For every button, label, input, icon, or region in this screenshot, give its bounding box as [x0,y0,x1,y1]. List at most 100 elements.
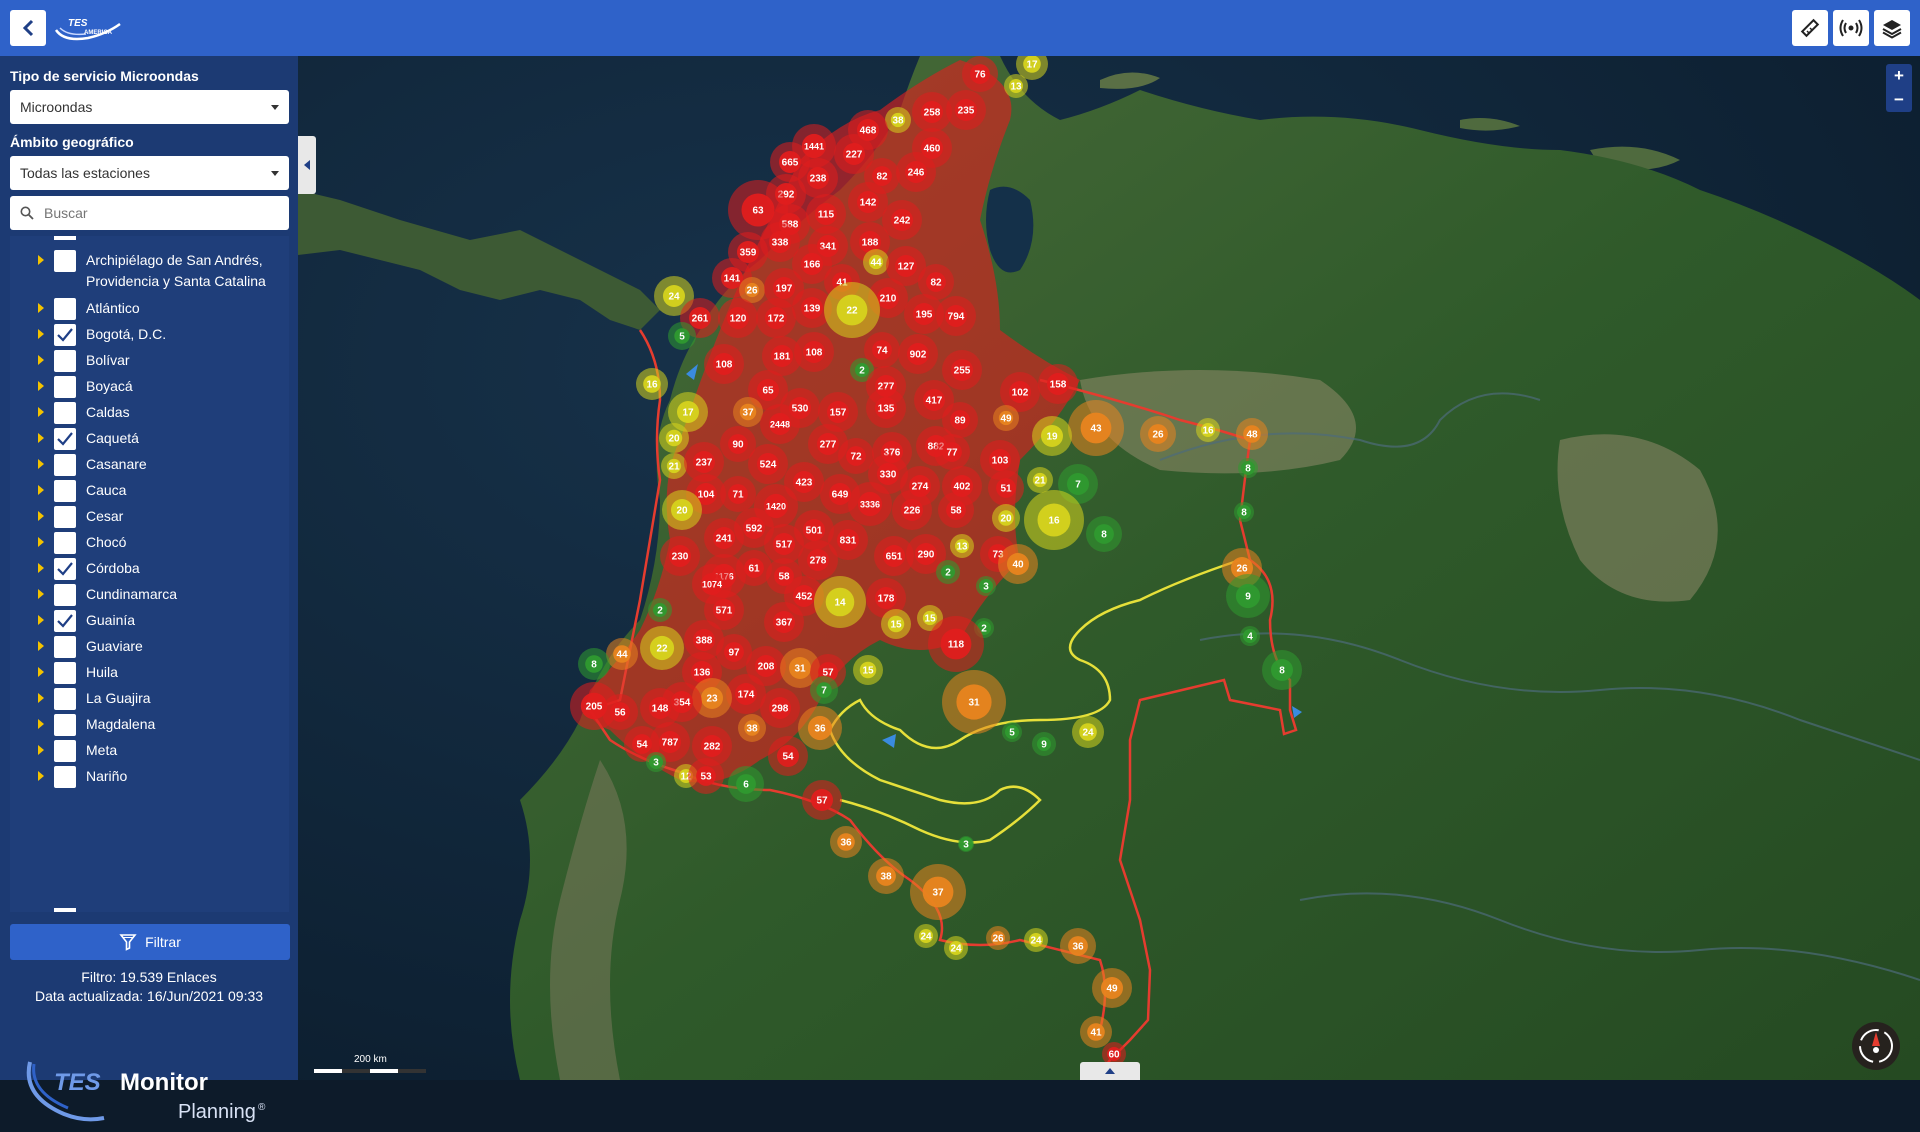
region-checkbox[interactable] [54,584,76,606]
cluster-marker[interactable]: 8 [578,648,610,680]
region-checkbox[interactable] [54,688,76,710]
region-checkbox[interactable] [54,250,76,272]
cluster-marker[interactable]: 13 [1004,74,1028,98]
cluster-marker[interactable]: 2 [648,598,672,622]
cluster-marker[interactable]: 15 [881,609,911,639]
expand-arrow-icon[interactable] [38,407,44,417]
cluster-marker[interactable]: 37 [910,864,966,920]
region-checkbox[interactable] [54,506,76,528]
region-checkbox[interactable] [54,532,76,554]
region-tree[interactable]: Archipiélago de San Andrés, Providencia … [10,236,289,912]
region-checkbox[interactable] [54,428,76,450]
cluster-marker[interactable]: 246 [896,152,936,192]
cluster-marker[interactable]: 5 [668,322,696,350]
cluster-marker[interactable]: 24 [1024,928,1048,952]
cluster-marker[interactable]: 108 [794,332,834,372]
cluster-marker[interactable]: 38 [885,107,911,133]
cluster-marker[interactable]: 49 [993,405,1019,431]
cluster-marker[interactable]: 54 [768,736,808,776]
cluster-marker[interactable]: 26 [986,926,1010,950]
cluster-marker[interactable]: 16 [636,368,668,400]
cluster-marker[interactable]: 241 [704,518,744,558]
expand-arrow-icon[interactable] [38,303,44,313]
cluster-marker[interactable]: 22 [824,282,880,338]
cluster-marker[interactable]: 53 [688,758,724,794]
cluster-marker[interactable]: 3 [958,836,974,852]
cluster-marker[interactable]: 51 [988,470,1024,506]
cluster-marker[interactable]: 16 [1196,418,1220,442]
cluster-marker[interactable]: 44 [606,638,638,670]
expand-arrow-icon[interactable] [38,615,44,625]
cluster-marker[interactable]: 76 [962,56,998,92]
expand-arrow-icon[interactable] [38,719,44,729]
scope-select[interactable]: Todas las estaciones [10,156,289,190]
region-checkbox[interactable] [54,298,76,320]
cluster-marker[interactable]: 9 [1032,732,1056,756]
cluster-marker[interactable]: 40 [998,544,1038,584]
cluster-marker[interactable]: 36 [1060,928,1096,964]
expand-arrow-icon[interactable] [38,329,44,339]
expand-arrow-icon[interactable] [38,589,44,599]
cluster-marker[interactable]: 108 [704,344,744,384]
region-checkbox[interactable] [54,662,76,684]
expand-arrow-icon[interactable] [38,537,44,547]
expand-arrow-icon[interactable] [38,563,44,573]
cluster-marker[interactable]: 5 [1002,722,1022,742]
search-input[interactable] [44,196,284,230]
cluster-marker[interactable]: 8 [1086,516,1122,552]
expand-arrow-icon[interactable] [38,771,44,781]
region-checkbox[interactable] [54,350,76,372]
cluster-marker[interactable]: 20 [662,490,702,530]
cluster-marker[interactable]: 22 [640,626,684,670]
expand-arrow-icon[interactable] [38,667,44,677]
cluster-marker[interactable]: 235 [946,90,986,130]
compass-button[interactable] [1852,1022,1900,1070]
cluster-marker[interactable]: 48 [1236,418,1268,450]
region-checkbox[interactable] [54,480,76,502]
cluster-marker[interactable]: 120 [718,298,758,338]
cluster-marker[interactable]: 38 [868,858,904,894]
cluster-marker[interactable]: 36 [830,826,862,858]
cluster-marker[interactable]: 57 [802,780,842,820]
cluster-marker[interactable]: 43 [1068,400,1124,456]
cluster-marker[interactable]: 49 [1092,968,1132,1008]
cluster-marker[interactable]: 16 [1024,490,1084,550]
zoom-out-button[interactable]: − [1886,88,1912,112]
cluster-marker[interactable]: 24 [1072,716,1104,748]
region-checkbox[interactable] [54,636,76,658]
region-checkbox[interactable] [54,766,76,788]
cluster-marker[interactable]: 20 [659,423,689,453]
cluster-marker[interactable]: 158 [1038,364,1078,404]
region-checkbox[interactable] [54,376,76,398]
filter-button[interactable]: Filtrar [10,924,290,960]
service-type-select[interactable]: Microondas [10,90,289,124]
cluster-marker[interactable]: 36 [798,706,842,750]
cluster-marker[interactable]: 367 [764,602,804,642]
cluster-marker[interactable]: 31 [942,670,1006,734]
region-checkbox[interactable] [54,740,76,762]
cluster-marker[interactable]: 21 [1027,467,1053,493]
region-checkbox[interactable] [54,324,76,346]
back-button[interactable] [10,10,46,46]
cluster-marker[interactable]: 226 [892,490,932,530]
cluster-marker[interactable]: 258 [912,92,952,132]
cluster-marker[interactable]: 4 [1240,626,1260,646]
cluster-marker[interactable]: 8 [1262,650,1302,690]
expand-arrow-icon[interactable] [38,485,44,495]
cluster-marker[interactable]: 148 [640,688,680,728]
cluster-marker[interactable]: 56 [602,694,638,730]
cluster-marker[interactable]: 37 [733,397,763,427]
satellite-map[interactable]: 76171338258 235468144122746066582 24623829… [298,56,1920,1080]
expand-arrow-icon[interactable] [38,355,44,365]
cluster-marker[interactable]: 172 [756,298,796,338]
cluster-marker[interactable]: 26 [1140,416,1176,452]
cluster-marker[interactable]: 794 [936,296,976,336]
cluster-marker[interactable]: 19 [1032,416,1072,456]
zoom-in-button[interactable]: + [1886,64,1912,88]
expand-arrow-icon[interactable] [38,693,44,703]
collapse-sidebar-tab[interactable] [298,136,316,194]
layers-button[interactable] [1874,10,1910,46]
expand-arrow-icon[interactable] [38,459,44,469]
cluster-marker[interactable]: 2 [936,560,960,584]
cluster-marker[interactable]: 6 [728,766,764,802]
